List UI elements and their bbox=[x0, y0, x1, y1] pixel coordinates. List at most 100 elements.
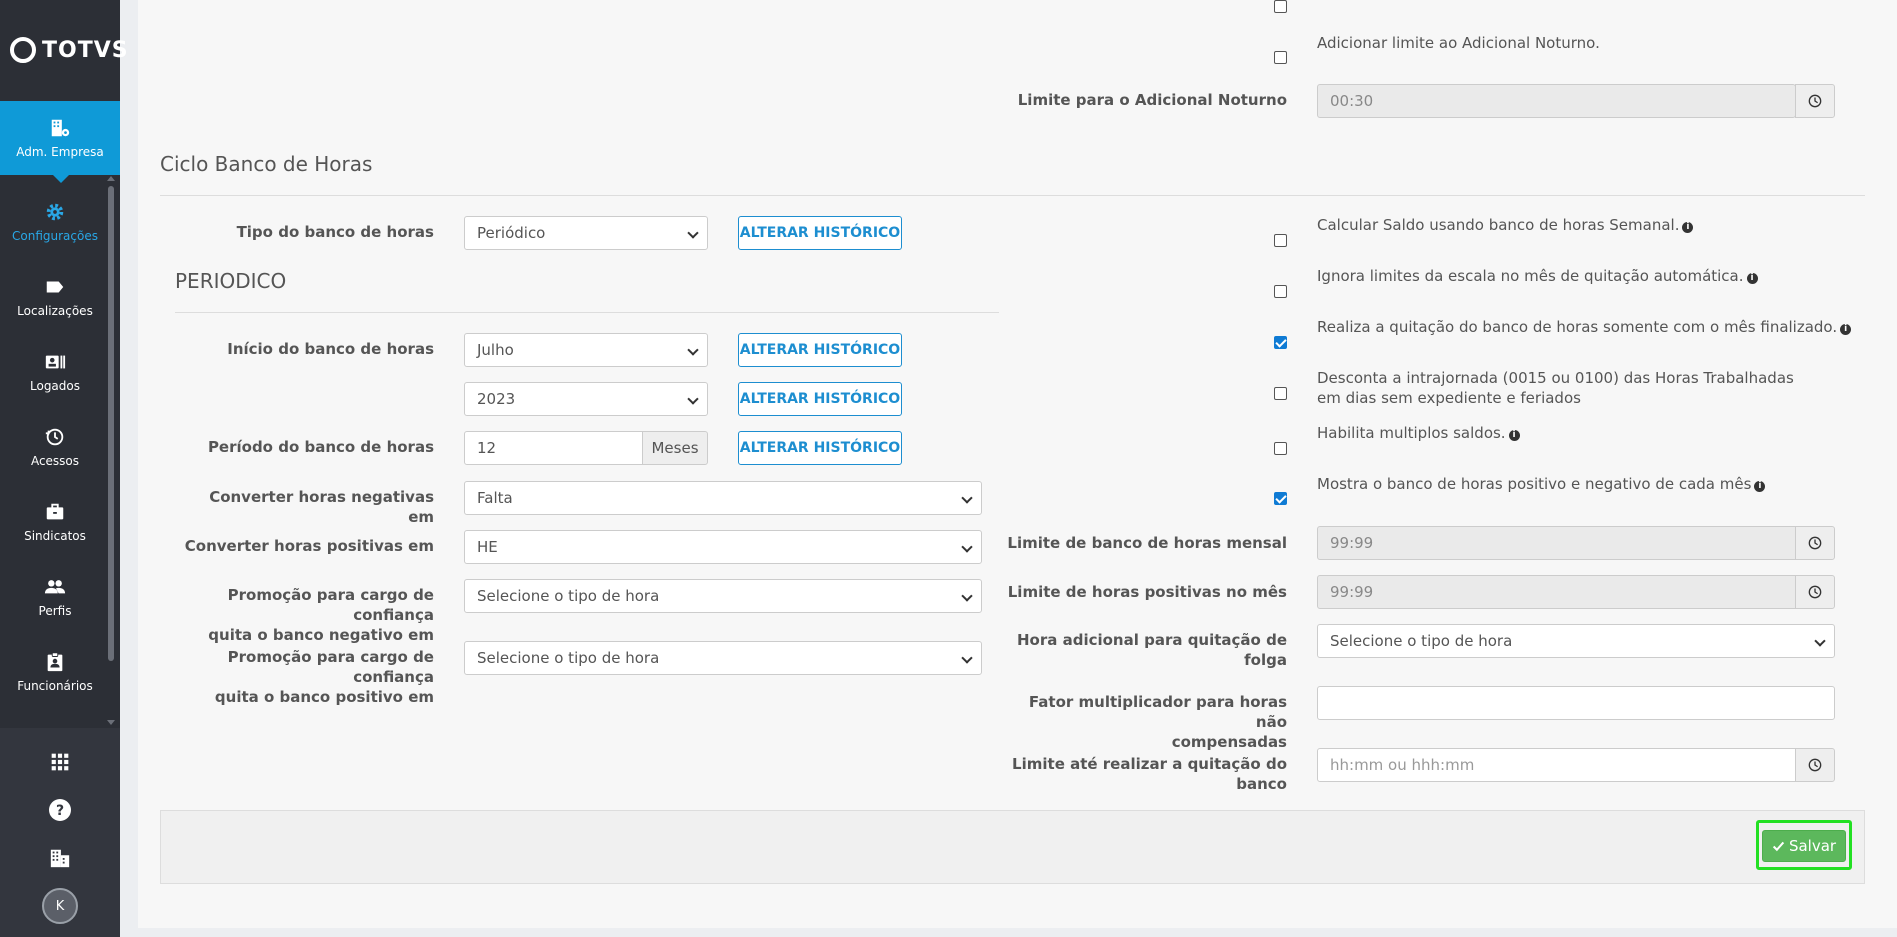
option-text: Realiza a quitação do banco de horas som… bbox=[1317, 318, 1838, 336]
sidebar-item-label: Localizações bbox=[17, 304, 93, 318]
info-icon[interactable]: i bbox=[1840, 324, 1852, 335]
sidebar-item-sindicatos[interactable]: Sindicatos bbox=[0, 485, 110, 559]
promocao-negativo-label: Promoção para cargo de confiança quita o… bbox=[160, 585, 434, 645]
option-text: Calcular Saldo usando banco de horas Sem… bbox=[1317, 216, 1680, 234]
alterar-historico-ano-button[interactable]: ALTERAR HISTÓRICO bbox=[738, 382, 902, 416]
noturno-limit-checkbox[interactable] bbox=[1274, 51, 1287, 64]
sidebar-item-acessos[interactable]: Acessos bbox=[0, 410, 110, 484]
sidebar-item-label: Perfis bbox=[38, 604, 72, 618]
label-line: banco bbox=[1236, 775, 1287, 793]
inicio-ano-select[interactable]: 2023 bbox=[464, 382, 708, 416]
alterar-historico-mes-button[interactable]: ALTERAR HISTÓRICO bbox=[738, 333, 902, 367]
info-icon[interactable]: i bbox=[1746, 273, 1758, 284]
promocao-negativo-select[interactable]: Selecione o tipo de hora bbox=[464, 579, 982, 613]
alterar-historico-tipo-button[interactable]: ALTERAR HISTÓRICO bbox=[738, 216, 902, 250]
label-line: quita o banco negativo em bbox=[208, 626, 434, 644]
label-line: Fator multiplicador para horas não bbox=[1028, 693, 1287, 731]
sidebar-item-perfis[interactable]: Perfis bbox=[0, 560, 110, 634]
sidebar-item-logados[interactable]: Logados bbox=[0, 335, 110, 409]
label-line: compensadas bbox=[1171, 733, 1287, 751]
option-checkbox-positivo-negativo[interactable] bbox=[1274, 492, 1287, 505]
option-label-quitacao-mes: Realiza a quitação do banco de horas som… bbox=[1317, 317, 1852, 337]
inicio-mes-select[interactable]: Julho bbox=[464, 333, 708, 367]
limite-mensal-label: Limite de banco de horas mensal bbox=[1007, 534, 1287, 552]
label-line: folga bbox=[1244, 651, 1287, 669]
converter-positivas-select[interactable]: HE bbox=[464, 530, 982, 564]
promocao-positivo-select[interactable]: Selecione o tipo de hora bbox=[464, 641, 982, 675]
sidebar-item-funcionarios[interactable]: Funcionários bbox=[0, 635, 110, 709]
converter-negativas-label: Converter horas negativas em bbox=[209, 488, 434, 526]
periodo-unit-addon: Meses bbox=[642, 431, 708, 465]
fator-multiplicador-input[interactable] bbox=[1317, 686, 1835, 720]
limite-positivas-input[interactable]: 99:99 bbox=[1317, 575, 1796, 609]
sidebar-item-label: Sindicatos bbox=[24, 529, 86, 543]
totvs-logo[interactable]: TOTVS bbox=[10, 34, 129, 66]
converter-positivas-label: Converter horas positivas em bbox=[184, 537, 434, 555]
check-icon bbox=[1772, 841, 1785, 851]
sidebar-item-label: Adm. Empresa bbox=[16, 145, 104, 159]
sidebar-item-label: Funcionários bbox=[17, 679, 93, 693]
option-label-ignora-limites: Ignora limites da escala no mês de quita… bbox=[1317, 266, 1758, 286]
clock-icon[interactable] bbox=[1795, 748, 1835, 782]
label-line: Promoção para cargo de confiança bbox=[227, 586, 434, 624]
scroll-up-arrow[interactable] bbox=[107, 176, 115, 181]
label-line: Limite até realizar a quitação do bbox=[1012, 755, 1287, 773]
option-label-semanal: Calcular Saldo usando banco de horas Sem… bbox=[1317, 215, 1694, 235]
option-label-multiplos-saldos: Habilita multiplos saldos. i bbox=[1317, 423, 1520, 443]
alterar-historico-periodo-button[interactable]: ALTERAR HISTÓRICO bbox=[738, 431, 902, 465]
limite-quitacao-label: Limite até realizar a quitação do banco bbox=[1000, 754, 1287, 794]
clock-icon[interactable] bbox=[1795, 575, 1835, 609]
user-avatar[interactable]: K bbox=[42, 888, 78, 924]
limite-mensal-input[interactable]: 99:99 bbox=[1317, 526, 1796, 560]
info-icon[interactable]: i bbox=[1754, 481, 1766, 492]
label-line: Hora adicional para quitação de bbox=[1016, 631, 1287, 649]
top-partial-checkbox[interactable] bbox=[1274, 0, 1287, 13]
info-icon[interactable]: i bbox=[1508, 430, 1520, 441]
save-label: Salvar bbox=[1788, 837, 1837, 855]
history-icon bbox=[44, 426, 66, 448]
option-checkbox-ignora-limites[interactable] bbox=[1274, 285, 1287, 298]
periodico-title: PERIODICO bbox=[175, 269, 287, 293]
tipo-banco-select[interactable]: Periódico bbox=[464, 216, 708, 250]
apps-grid-icon[interactable] bbox=[46, 748, 74, 776]
company-building-icon[interactable] bbox=[46, 844, 74, 872]
help-icon[interactable]: ? bbox=[46, 796, 74, 824]
periodo-banco-label: Período do banco de horas bbox=[207, 438, 434, 456]
users-icon bbox=[44, 576, 66, 598]
save-button[interactable]: Salvar bbox=[1762, 830, 1846, 862]
periodico-divider bbox=[175, 312, 999, 313]
promocao-positivo-label: Promoção para cargo de confiança quita o… bbox=[160, 647, 434, 707]
sidebar-item-localizacoes[interactable]: Localizações bbox=[0, 260, 110, 334]
scroll-down-arrow[interactable] bbox=[107, 720, 115, 725]
hora-folga-select[interactable]: Selecione o tipo de hora bbox=[1317, 624, 1835, 658]
option-text: Ignora limites da escala no mês de quita… bbox=[1317, 267, 1744, 285]
info-icon[interactable]: i bbox=[1682, 222, 1694, 233]
sidebar-item-label: Configurações bbox=[12, 229, 98, 243]
tag-icon bbox=[44, 276, 66, 298]
limite-quitacao-input[interactable]: hh:mm ou hhh:mm bbox=[1317, 748, 1796, 782]
noturno-limit-input[interactable]: 00:30 bbox=[1317, 84, 1796, 118]
option-checkbox-intrajornada[interactable] bbox=[1274, 387, 1287, 400]
sidebar-item-label: Acessos bbox=[30, 454, 80, 468]
converter-negativas-select[interactable]: Falta bbox=[464, 481, 982, 515]
label-line: quita o banco positivo em bbox=[214, 688, 434, 706]
briefcase-icon bbox=[44, 501, 66, 523]
sidebar-scrollbar[interactable] bbox=[108, 186, 114, 661]
building-gear-icon bbox=[49, 117, 71, 139]
totvs-logo-icon bbox=[10, 37, 36, 63]
periodo-banco-input[interactable]: 12 bbox=[464, 431, 643, 465]
option-checkbox-multiplos-saldos[interactable] bbox=[1274, 442, 1287, 455]
logo-text: TOTVS bbox=[42, 37, 129, 63]
ciclo-section-title: Ciclo Banco de Horas bbox=[160, 152, 373, 176]
form-footer bbox=[160, 810, 1865, 884]
sidebar-item-adm-empresa[interactable]: Adm. Empresa bbox=[0, 101, 120, 183]
noturno-limit-label: Limite para o Adicional Noturno bbox=[1017, 91, 1287, 109]
id-card-icon bbox=[44, 351, 66, 373]
sidebar-item-configuracoes[interactable]: Configurações bbox=[0, 185, 110, 259]
option-checkbox-semanal[interactable] bbox=[1274, 234, 1287, 247]
clock-icon[interactable] bbox=[1795, 526, 1835, 560]
clock-icon[interactable] bbox=[1795, 84, 1835, 118]
option-checkbox-quitacao-mes[interactable] bbox=[1274, 336, 1287, 349]
option-label-positivo-negativo: Mostra o banco de horas positivo e negat… bbox=[1317, 474, 1766, 494]
tipo-banco-label: Tipo do banco de horas bbox=[236, 223, 434, 241]
